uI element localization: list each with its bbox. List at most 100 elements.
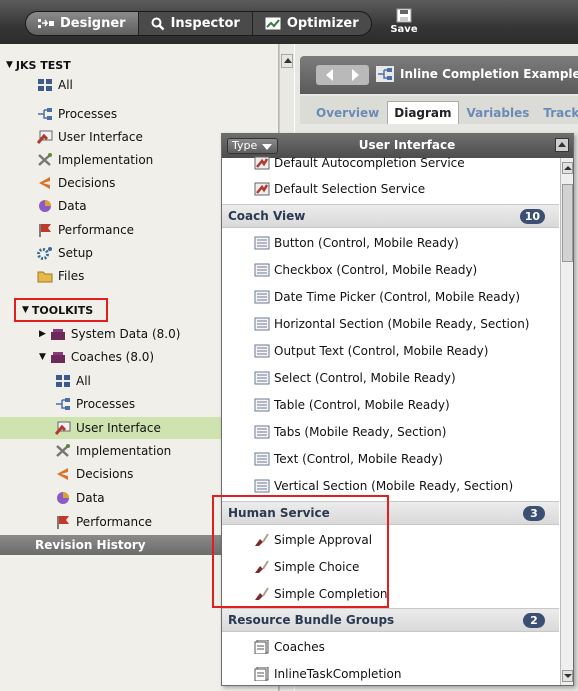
list-item[interactable]: Table (Control, Mobile Ready) (222, 392, 559, 418)
inspector-tab[interactable]: Inspector (139, 12, 253, 35)
tree-item-label: All (76, 374, 91, 388)
tree-item-label: Performance (76, 515, 153, 529)
grid-icon (38, 79, 52, 91)
editor-tabs: Overview Diagram Variables Tracking (300, 96, 578, 124)
expand-arrow-icon: ▼ (22, 305, 29, 315)
list-item-label: Coaches (274, 640, 325, 654)
chart-icon (265, 17, 281, 30)
flag-icon (39, 224, 51, 237)
decisions-icon (39, 177, 50, 189)
list-item[interactable]: Coaches (222, 634, 559, 660)
human-service-icon (255, 533, 269, 546)
list-item[interactable]: Select (Control, Mobile Ready) (222, 365, 559, 391)
list-item[interactable]: Text (Control, Mobile Ready) (222, 446, 559, 472)
list-item[interactable]: Output Text (Control, Mobile Ready) (222, 338, 559, 364)
save-label: Save (390, 24, 418, 35)
list-item-label: Date Time Picker (Control, Mobile Ready) (274, 290, 521, 304)
list-item[interactable]: Simple Completion (222, 581, 559, 607)
editor-header: Inline Completion Example (300, 56, 578, 94)
tab-overview[interactable]: Overview (310, 102, 385, 124)
scroll-down-icon[interactable] (562, 670, 573, 682)
forward-arrow-icon[interactable] (343, 65, 370, 85)
tree-item-label: All (58, 78, 73, 92)
list-item-label: Default Autocompletion Service (274, 156, 465, 170)
scroll-thumb[interactable] (562, 184, 573, 262)
toolkit-icon (50, 352, 65, 363)
user-interface-icon (55, 421, 71, 435)
list-item[interactable]: Simple Choice (222, 554, 559, 580)
resource-bundle-icon (254, 640, 269, 654)
tab-tracking[interactable]: Tracking (537, 102, 578, 124)
coach-view-icon (254, 425, 270, 439)
tools-icon (38, 153, 52, 166)
list-item[interactable]: InlineTaskCompletion (222, 661, 559, 685)
tree-item-label: Decisions (76, 467, 134, 481)
list-item[interactable]: Date Time Picker (Control, Mobile Ready) (222, 284, 559, 310)
search-icon (151, 17, 164, 30)
list-item[interactable]: Simple Approval (222, 527, 559, 553)
decisions-icon (57, 468, 68, 480)
toolkits-label: TOOLKITS (31, 303, 94, 317)
data-icon (57, 492, 69, 504)
list-item-label: Button (Control, Mobile Ready) (274, 236, 459, 250)
coach-view-icon (254, 317, 270, 331)
coach-view-icon (254, 290, 270, 304)
grid-icon (56, 375, 70, 387)
list-item-label: Tabs (Mobile Ready, Section) (274, 425, 447, 439)
list-item-label: Checkbox (Control, Mobile Ready) (274, 263, 478, 277)
list-item-label: Vertical Section (Mobile Ready, Section) (274, 479, 514, 493)
list-item-label: Table (Control, Mobile Ready) (274, 398, 450, 412)
expand-arrow-icon: ▼ (39, 352, 46, 362)
tree-item-all[interactable]: All (0, 74, 279, 96)
service-icon (254, 156, 270, 170)
human-service-icon (255, 560, 269, 573)
group-count-badge: 3 (523, 506, 545, 521)
tools-icon (56, 444, 70, 457)
list-item-label: InlineTaskCompletion (274, 667, 402, 681)
group-count-badge: 10 (519, 209, 545, 224)
tree-item-label: Implementation (76, 444, 172, 458)
expand-arrow-icon: ▼ (6, 60, 13, 70)
scroll-up-icon[interactable] (281, 54, 293, 68)
list-item[interactable]: Checkbox (Control, Mobile Ready) (222, 257, 559, 283)
list-item[interactable]: Default Autocompletion Service (222, 150, 559, 176)
back-arrow-icon[interactable] (316, 65, 343, 85)
list-item[interactable]: Tabs (Mobile Ready, Section) (222, 419, 559, 445)
popup-scrollbar[interactable] (560, 158, 573, 685)
group-header-resource-bundle-groups[interactable]: Resource Bundle Groups 2 (222, 608, 559, 632)
designer-icon (38, 18, 54, 28)
tree-item-label: Performance (58, 223, 135, 237)
coach-view-icon (254, 398, 270, 412)
list-item[interactable]: Horizontal Section (Mobile Ready, Sectio… (222, 311, 559, 337)
group-name: Resource Bundle Groups (228, 613, 395, 627)
tree-item-label: Processes (76, 397, 136, 411)
human-service-icon (255, 587, 269, 600)
list-item-label: Output Text (Control, Mobile Ready) (274, 344, 489, 358)
coach-view-icon (254, 479, 270, 493)
group-header-coach-view[interactable]: Coach View 10 (222, 204, 559, 228)
save-button[interactable]: Save (384, 8, 424, 35)
list-item[interactable]: Button (Control, Mobile Ready) (222, 230, 559, 256)
coach-view-icon (254, 344, 270, 358)
process-icon (376, 66, 394, 82)
tab-variables[interactable]: Variables (461, 102, 536, 124)
list-item[interactable]: Vertical Section (Mobile Ready, Section) (222, 473, 559, 499)
coach-view-icon (254, 236, 270, 250)
resource-bundle-icon (254, 667, 269, 681)
project-root[interactable]: ▼ JKS TEST (0, 54, 279, 76)
optimizer-label: Optimizer (286, 16, 359, 31)
tab-diagram[interactable]: Diagram (387, 101, 459, 124)
tree-item-processes[interactable]: Processes (0, 103, 279, 125)
inspector-label: Inspector (170, 16, 240, 31)
list-item[interactable]: Default Selection Service (222, 176, 559, 202)
main-toolbar: Designer Inspector Optimizer Save (0, 0, 578, 44)
tree-item-label: Setup (58, 246, 93, 260)
tree-item-label: Data (76, 491, 105, 505)
designer-tab[interactable]: Designer (26, 12, 139, 35)
list-item-label: Select (Control, Mobile Ready) (274, 371, 456, 385)
scroll-up-icon[interactable] (562, 162, 573, 174)
optimizer-tab[interactable]: Optimizer (253, 12, 371, 35)
list-item-label: Simple Approval (274, 533, 373, 547)
list-item-label: Text (Control, Mobile Ready) (274, 452, 443, 466)
group-header-human-service[interactable]: Human Service 3 (222, 501, 559, 525)
